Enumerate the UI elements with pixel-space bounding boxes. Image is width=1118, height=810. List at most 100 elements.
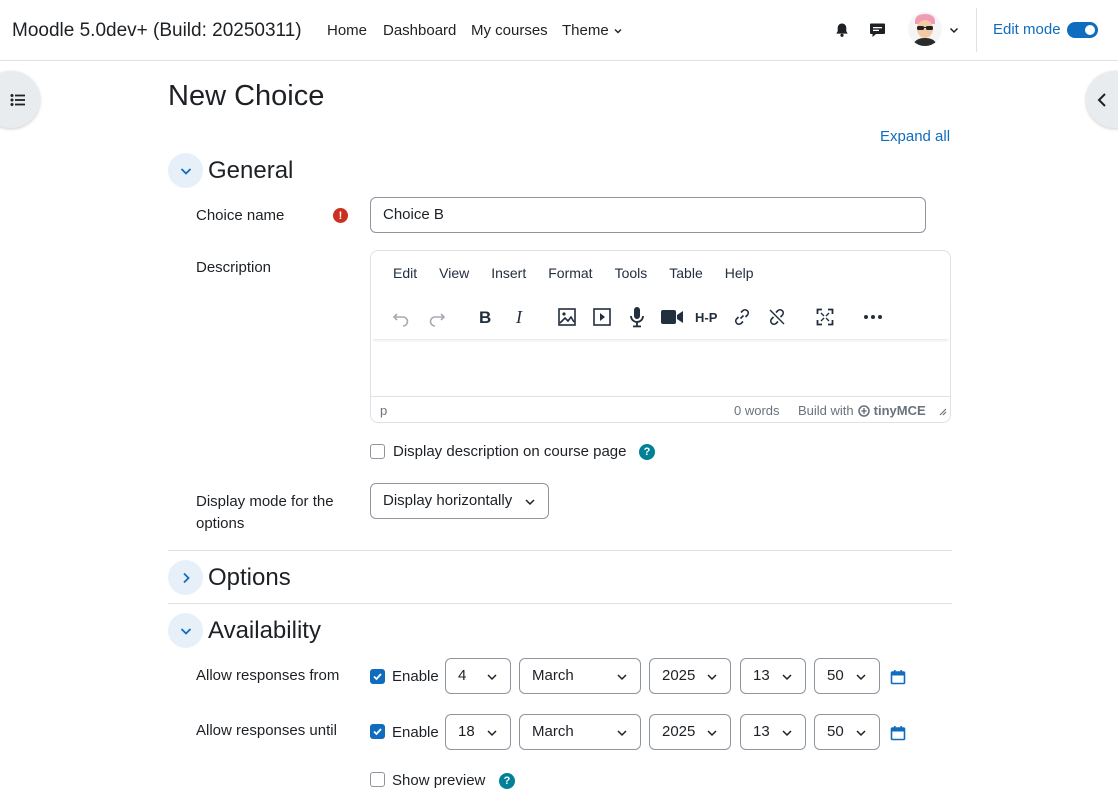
editor-menubar: Edit View Insert Format Tools Table Help	[371, 265, 765, 281]
section-options-title: Options	[208, 563, 291, 591]
chevron-down-icon	[856, 674, 866, 681]
show-preview-checkbox[interactable]	[370, 772, 385, 787]
page-title: New Choice	[168, 80, 325, 112]
section-options-header[interactable]: Options	[168, 560, 291, 595]
nav-my-courses[interactable]: My courses	[471, 22, 548, 39]
allow-until-month-select[interactable]: March	[519, 714, 641, 750]
allow-until-year-value: 2025	[662, 723, 696, 740]
user-avatar[interactable]	[908, 12, 942, 46]
block-drawer-toggle[interactable]	[1086, 71, 1118, 128]
checkmark-icon	[373, 728, 382, 736]
fullscreen-icon[interactable]	[813, 305, 837, 329]
redo-icon[interactable]	[425, 305, 449, 329]
chevron-right-icon[interactable]	[168, 560, 203, 595]
editor-menu-insert[interactable]: Insert	[480, 265, 537, 281]
chevron-down-icon[interactable]	[168, 613, 203, 648]
chevron-down-icon	[782, 674, 792, 681]
allow-from-minute-select[interactable]: 50	[814, 658, 880, 694]
expand-all-link[interactable]: Expand all	[880, 128, 950, 145]
messages-icon[interactable]	[867, 20, 887, 40]
bell-icon[interactable]	[832, 20, 852, 40]
display-mode-label-line2: options	[196, 515, 245, 532]
microphone-icon[interactable]	[625, 305, 649, 329]
nav-home[interactable]: Home	[327, 22, 367, 39]
nav-dashboard[interactable]: Dashboard	[383, 22, 456, 39]
section-availability-title: Availability	[208, 616, 321, 644]
video-camera-icon[interactable]	[660, 305, 684, 329]
allow-until-day-select[interactable]: 18	[445, 714, 511, 750]
chevron-down-icon	[487, 674, 497, 681]
checkmark-icon	[373, 673, 382, 681]
top-navbar: Moodle 5.0dev+ (Build: 20250311) Home Da…	[0, 0, 1118, 61]
h5p-icon[interactable]: H-P	[695, 305, 723, 329]
allow-until-hour-select[interactable]: 13	[740, 714, 806, 750]
allow-from-enable-label[interactable]: Enable	[392, 668, 439, 685]
course-index-toggle[interactable]	[0, 71, 40, 128]
bold-icon[interactable]: B	[473, 305, 497, 329]
allow-until-label: Allow responses until	[196, 722, 337, 739]
display-description-label[interactable]: Display description on course page	[393, 443, 626, 460]
user-menu-chevron-icon[interactable]	[948, 23, 960, 40]
italic-icon[interactable]: I	[508, 305, 532, 329]
unlink-icon[interactable]	[765, 305, 789, 329]
allow-from-month-value: March	[532, 667, 574, 684]
section-general-title: General	[208, 156, 294, 184]
allow-from-month-select[interactable]: March	[519, 658, 641, 694]
more-icon[interactable]	[861, 305, 885, 329]
editor-menu-edit[interactable]: Edit	[371, 265, 428, 281]
allow-from-hour-select[interactable]: 13	[740, 658, 806, 694]
help-icon[interactable]: ?	[499, 773, 515, 789]
editor-element-path[interactable]: p	[380, 403, 387, 418]
allow-until-day-value: 18	[458, 723, 475, 740]
help-icon[interactable]: ?	[639, 444, 655, 460]
chevron-down-icon	[617, 730, 627, 737]
show-preview-label[interactable]: Show preview	[392, 772, 485, 789]
edit-mode-label[interactable]: Edit mode	[993, 21, 1061, 38]
editor-menu-help[interactable]: Help	[714, 265, 765, 281]
editor-menu-tools[interactable]: Tools	[604, 265, 659, 281]
svg-text:B: B	[479, 308, 491, 326]
editor-menu-format[interactable]: Format	[537, 265, 603, 281]
nav-theme-dropdown[interactable]: Theme	[562, 22, 623, 39]
nav-theme-label: Theme	[562, 22, 609, 39]
display-description-checkbox[interactable]	[370, 444, 385, 459]
allow-from-year-select[interactable]: 2025	[649, 658, 731, 694]
allow-from-enable-checkbox[interactable]	[370, 669, 385, 684]
chevron-down-icon[interactable]	[168, 153, 203, 188]
list-icon	[10, 93, 25, 106]
choice-name-label: Choice name	[196, 207, 285, 224]
editor-menu-view[interactable]: View	[428, 265, 480, 281]
chevron-down-icon	[525, 499, 535, 506]
undo-icon[interactable]	[389, 305, 413, 329]
allow-until-year-select[interactable]: 2025	[649, 714, 731, 750]
allow-from-hour-value: 13	[753, 667, 770, 684]
display-mode-select[interactable]: Display horizontally	[370, 483, 549, 519]
link-icon[interactable]	[730, 305, 754, 329]
section-general-header[interactable]: General	[168, 153, 293, 188]
edit-mode-toggle[interactable]	[1067, 22, 1098, 38]
media-icon[interactable]	[590, 305, 614, 329]
calendar-icon[interactable]	[890, 725, 906, 741]
choice-name-input[interactable]: Choice B	[370, 197, 926, 233]
site-brand[interactable]: Moodle 5.0dev+ (Build: 20250311)	[12, 20, 302, 42]
description-label: Description	[196, 259, 272, 276]
resize-handle-icon[interactable]	[937, 404, 947, 419]
editor-build-with-label: Build with	[798, 403, 854, 418]
display-mode-label-line1: Display mode for the	[196, 493, 334, 510]
allow-until-enable-checkbox[interactable]	[370, 724, 385, 739]
image-icon[interactable]	[555, 305, 579, 329]
allow-until-enable-label[interactable]: Enable	[392, 724, 439, 741]
editor-word-count[interactable]: 0 words	[734, 403, 780, 418]
allow-until-minute-select[interactable]: 50	[814, 714, 880, 750]
chevron-down-icon	[856, 730, 866, 737]
allow-until-hour-value: 13	[753, 723, 770, 740]
allow-from-day-value: 4	[458, 667, 467, 684]
chevron-down-icon	[487, 730, 497, 737]
display-mode-value: Display horizontally	[383, 492, 513, 509]
section-availability-header[interactable]: Availability	[168, 613, 321, 648]
editor-menu-table[interactable]: Table	[658, 265, 713, 281]
editor-branding[interactable]: Build with tinyMCE	[798, 403, 926, 418]
calendar-icon[interactable]	[890, 669, 906, 685]
allow-from-day-select[interactable]: 4	[445, 658, 511, 694]
chevron-down-icon	[614, 28, 622, 33]
